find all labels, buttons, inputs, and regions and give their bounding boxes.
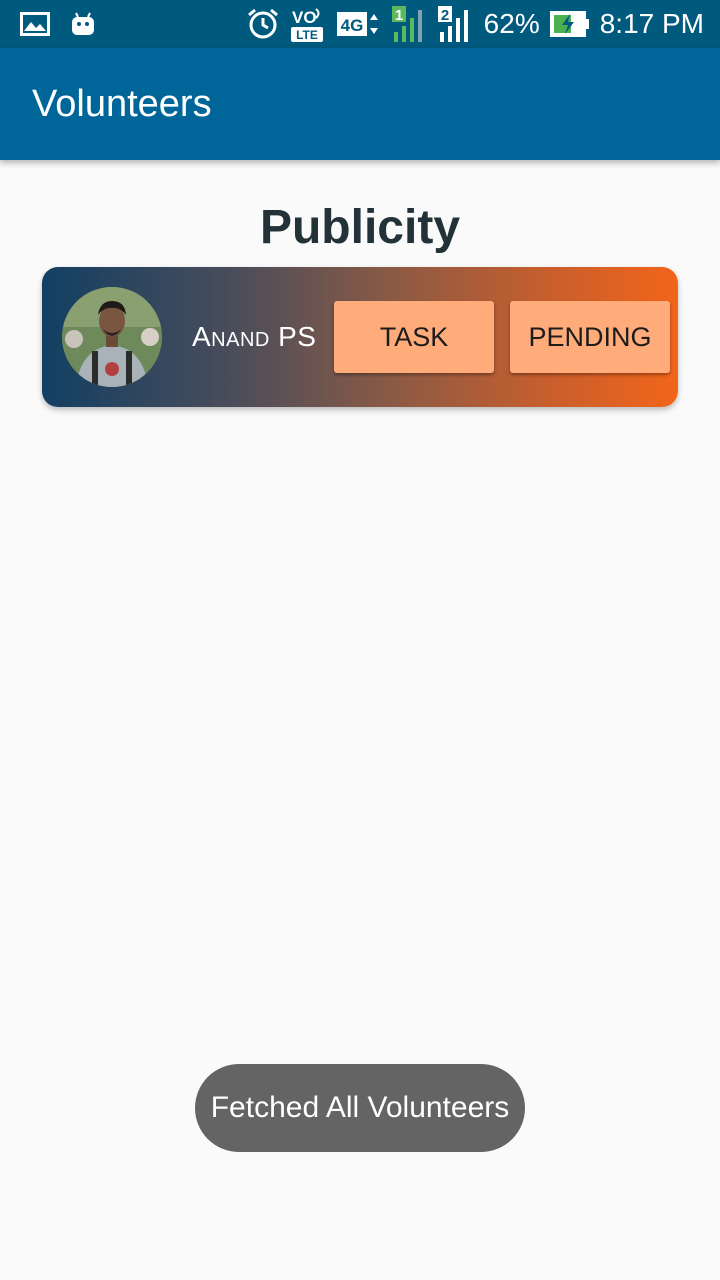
sim2-label: 2	[441, 7, 449, 24]
battery-charging-icon	[549, 11, 590, 37]
volunteer-card[interactable]: Anand PS TASK PENDING	[42, 267, 678, 407]
status-time: 8:17 PM	[599, 8, 704, 39]
volunteer-name: Anand PS	[192, 321, 317, 352]
signal-sim1-icon: 1	[391, 6, 428, 42]
battery-percent: 62%	[483, 8, 540, 39]
gallery-icon	[20, 12, 50, 36]
avatar-photo	[62, 287, 162, 387]
volte-label-bottom: LTE	[296, 28, 318, 42]
avatar	[62, 287, 162, 387]
volte-icon: VO LTE	[290, 5, 326, 43]
pending-status-button[interactable]: PENDING	[510, 301, 670, 373]
network-type-label: 4G	[340, 16, 363, 35]
4g-icon: 4G	[336, 9, 382, 39]
android-icon	[70, 11, 96, 37]
section-title: Publicity	[259, 201, 461, 254]
app-title: Volunteers	[32, 83, 212, 125]
alarm-icon	[246, 7, 280, 41]
task-button[interactable]: TASK	[334, 301, 494, 373]
toast-message: Fetched All Volunteers	[195, 1064, 525, 1152]
signal-sim2-icon: 2	[437, 6, 474, 42]
sim1-label: 1	[395, 7, 403, 24]
status-bar-right: VO LTE 4G 1 2 62% 8:17 PM	[246, 0, 704, 48]
status-bar-left	[20, 0, 96, 48]
status-bar: VO LTE 4G 1 2 62% 8:17 PM	[0, 0, 720, 48]
volte-label-top: VO	[292, 8, 317, 27]
app-bar: Volunteers	[0, 48, 720, 160]
